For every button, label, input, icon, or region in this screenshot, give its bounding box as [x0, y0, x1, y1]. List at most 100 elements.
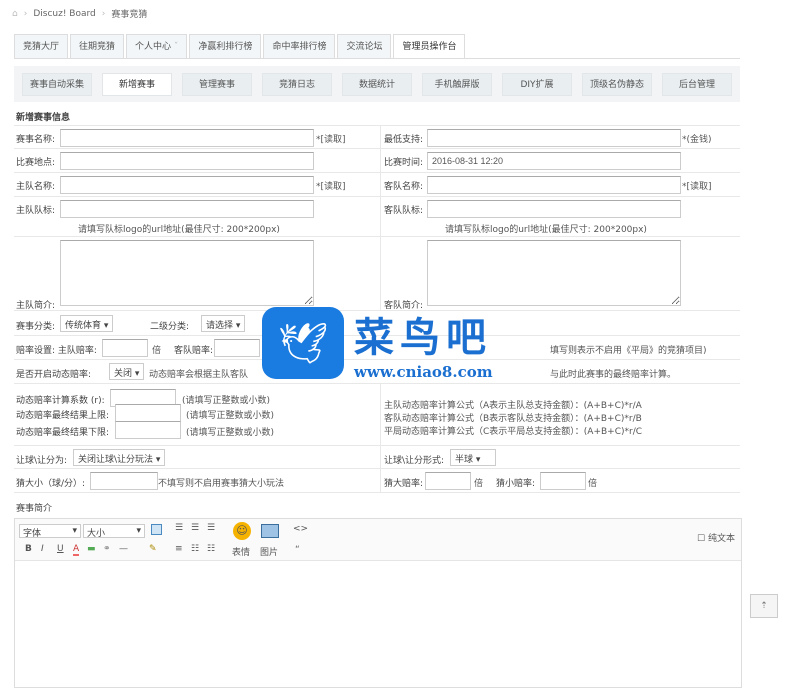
editor-body[interactable]: [15, 561, 741, 689]
indent-icon[interactable]: ≡: [175, 544, 183, 554]
home-icon[interactable]: ⌂: [12, 9, 18, 19]
plaintext-checkbox[interactable]: ☐ 纯文本: [697, 531, 735, 544]
hint: (请填写正整数或小数): [182, 396, 271, 406]
subnav-mobile[interactable]: 手机触屏版: [422, 73, 492, 96]
subnav-backend[interactable]: 后台管理: [662, 73, 732, 96]
tab-hit-rank[interactable]: 命中率排行榜: [263, 34, 336, 58]
subnav-auto-collect[interactable]: 赛事自动采集: [22, 73, 92, 96]
small-odds-input[interactable]: [540, 472, 586, 490]
tab-personal[interactable]: 个人中心 ˇ: [126, 34, 188, 58]
main-tabs: 竞猜大厅 往期竞猜 个人中心 ˇ 净赢利排行榜 命中率排行榜 交流论坛 管理员操…: [14, 34, 466, 58]
venue-input[interactable]: [60, 152, 314, 170]
ordered-list-icon[interactable]: ☷: [191, 544, 199, 554]
breadcrumb-item[interactable]: 赛事竞猜: [111, 7, 147, 20]
font-select[interactable]: 字体 ▾: [19, 524, 81, 539]
bold-icon[interactable]: B: [25, 544, 32, 554]
big-odds-input[interactable]: [425, 472, 471, 490]
label: 赛事分类:: [16, 322, 56, 332]
away-name-input[interactable]: [427, 176, 681, 194]
label: 猜小赔率:: [496, 479, 536, 489]
hint: 动态赔率会根据主队客队: [149, 370, 249, 380]
subnav-stats[interactable]: 数据统计: [342, 73, 412, 96]
format-brush-icon[interactable]: ✎: [149, 544, 157, 554]
align-center-icon[interactable]: ☰: [191, 523, 199, 533]
label: 主队队标:: [16, 206, 56, 216]
plaintext-label: 纯文本: [707, 534, 735, 544]
hint: (请填写正整数或小数): [186, 411, 275, 421]
underline-icon[interactable]: U: [57, 544, 64, 554]
category-select[interactable]: 传统体育 ▾: [60, 315, 114, 332]
formula: 客队动态赔率计算公式（B表示客队总支持金额）：(A+B+C)*r/B: [384, 414, 642, 424]
hint: 填写则表示不启用《平局》的竞猜项目): [550, 346, 707, 356]
tab-admin[interactable]: 管理员操作台: [393, 34, 466, 58]
home-intro-textarea[interactable]: [60, 240, 314, 306]
label: 是否开启动态赔率:: [16, 370, 92, 380]
handicap-form-select[interactable]: 半球 ▾: [450, 449, 496, 466]
subnav-rewrite[interactable]: 顶级名伪静态: [582, 73, 652, 96]
label: 赛事名称:: [16, 135, 56, 145]
unit: 倍: [588, 479, 598, 489]
link-icon[interactable]: ⚭: [103, 544, 111, 554]
horizontal-rule-icon[interactable]: —: [119, 544, 128, 554]
label: 主队名称:: [16, 182, 56, 192]
value: 大小: [87, 529, 106, 539]
label: 二级分类:: [150, 322, 190, 332]
label: 让球\让分为:: [16, 456, 68, 466]
label: 客队赔率:: [174, 346, 214, 356]
label: 客队名称:: [384, 182, 424, 192]
unordered-list-icon[interactable]: ☷: [207, 544, 215, 554]
breadcrumb-item[interactable]: Discuz! Board: [33, 9, 95, 19]
subnav-diy[interactable]: DIY扩展: [502, 73, 572, 96]
code-icon[interactable]: <>: [293, 524, 308, 534]
label: 客队队标:: [384, 206, 424, 216]
emoji-icon[interactable]: ☺: [233, 522, 251, 540]
quote-icon[interactable]: “: [295, 545, 300, 555]
tab-profit-rank[interactable]: 净赢利排行榜: [189, 34, 262, 58]
emoji-label[interactable]: 表情: [232, 545, 250, 558]
align-left-icon[interactable]: ☰: [175, 523, 183, 533]
label: 猜大赔率:: [384, 479, 424, 489]
font-color-icon[interactable]: A: [73, 544, 80, 556]
away-logo-input[interactable]: [427, 200, 681, 218]
tab-forum[interactable]: 交流论坛: [337, 34, 392, 58]
subcategory-select[interactable]: 请选择 ▾: [201, 315, 246, 332]
away-intro-textarea[interactable]: [427, 240, 681, 306]
upper-input[interactable]: [115, 404, 181, 422]
label: 动态赔率计算系数 (r):: [16, 396, 105, 406]
home-odds-input[interactable]: [102, 339, 148, 357]
bigsmall-input[interactable]: [90, 472, 158, 490]
unit: 倍: [474, 479, 484, 489]
background-color-icon[interactable]: ▬: [87, 544, 96, 554]
align-right-icon[interactable]: ☰: [207, 523, 215, 533]
tab-past[interactable]: 往期竞猜: [70, 34, 125, 58]
back-to-top-icon[interactable]: ⇡: [750, 594, 778, 618]
subnav-log[interactable]: 竞猜日志: [262, 73, 332, 96]
value: 关闭: [114, 369, 133, 379]
label: 动态赔率最终结果下限:: [16, 428, 110, 438]
table-icon[interactable]: [151, 524, 162, 535]
home-name-input[interactable]: [60, 176, 314, 194]
tab-hall[interactable]: 竞猜大厅: [14, 34, 69, 58]
label: 比赛时间:: [384, 158, 424, 168]
subnav-add-match[interactable]: 新增赛事: [102, 73, 172, 96]
min-support-input[interactable]: [427, 129, 681, 147]
size-select[interactable]: 大小 ▾: [83, 524, 145, 539]
subnav-manage[interactable]: 管理赛事: [182, 73, 252, 96]
label: 比赛地点:: [16, 158, 56, 168]
dynamic-odds-select[interactable]: 关闭 ▾: [109, 363, 145, 380]
handicap-select[interactable]: 关闭让球\让分玩法 ▾: [73, 449, 166, 466]
away-odds-input[interactable]: [214, 339, 260, 357]
italic-icon[interactable]: I: [41, 544, 44, 554]
label: 赔率设置: 主队赔率:: [16, 346, 97, 356]
match-time-input[interactable]: [427, 152, 681, 170]
label: 最低支持:: [384, 135, 424, 145]
home-logo-input[interactable]: [60, 200, 314, 218]
sub-navigation: 赛事自动采集 新增赛事 管理赛事 竞猜日志 数据统计 手机触屏版 DIY扩展 顶…: [14, 66, 740, 102]
match-name-input[interactable]: [60, 129, 314, 147]
value: 半球: [455, 455, 474, 465]
hint: 不填写则不启用赛事猜大小玩法: [158, 479, 285, 489]
editor-toolbar: 字体 ▾ 大小 ▾ ☰ ☰ ☰ ☺ 表情 图片 <> “ B I U A ▬ ⚭ —…: [15, 519, 741, 561]
image-icon[interactable]: [261, 524, 279, 538]
image-label[interactable]: 图片: [260, 545, 278, 558]
lower-input[interactable]: [115, 421, 181, 439]
